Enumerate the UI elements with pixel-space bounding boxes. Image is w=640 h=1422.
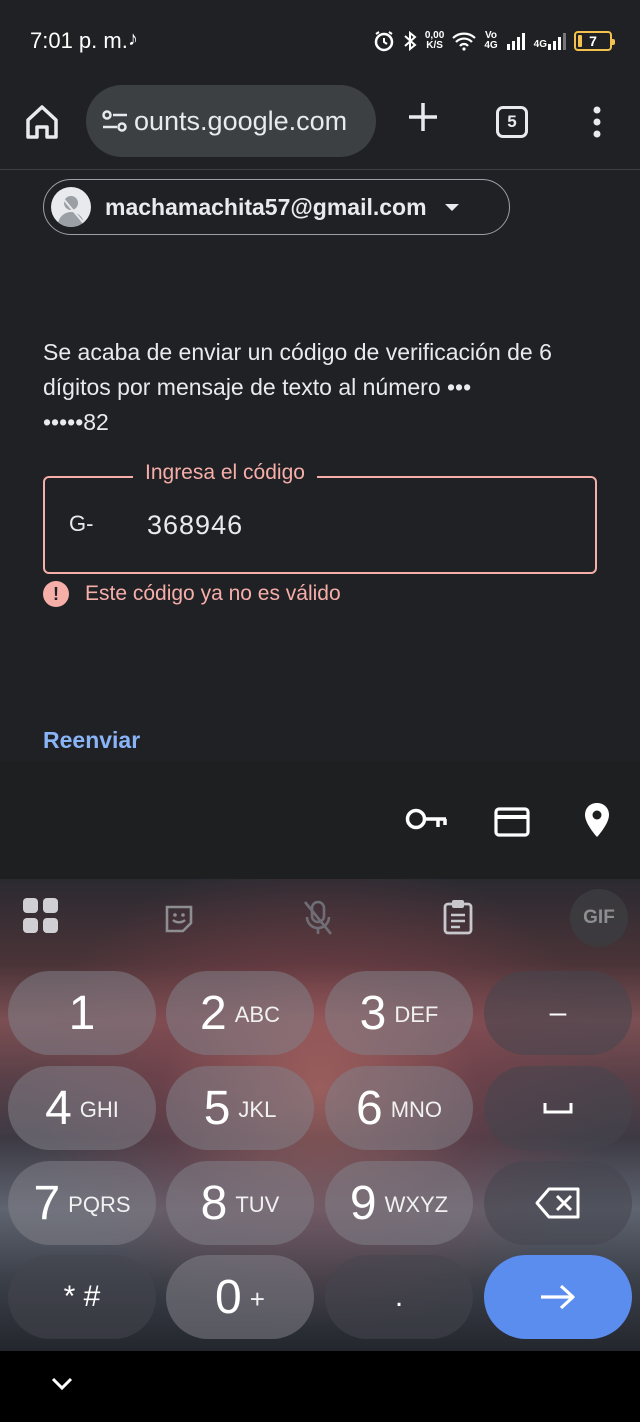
signal-icon-2 [548,33,566,50]
period-key[interactable]: . [325,1255,473,1339]
key-letters: GHI [79,1097,119,1122]
key-9[interactable]: 9 WXYZ [325,1161,473,1245]
chevron-down-icon [444,203,459,211]
tab-switcher-button[interactable]: 5 [496,106,528,138]
key-8[interactable]: 8 TUV [166,1161,314,1245]
url-text[interactable]: ounts.google.com [134,106,347,137]
key-1[interactable]: 1 [8,971,156,1055]
error-icon: ! [43,581,69,607]
apps-grid-icon[interactable] [22,897,60,935]
browser-toolbar: ounts.google.com 5 [0,80,640,170]
key-digit: 5 [203,1081,231,1135]
key-digit: 6 [355,1081,383,1135]
code-input-field[interactable]: Ingresa el código G- 368946 [43,461,597,574]
code-input-label: Ingresa el código [133,461,317,485]
navigation-bar [0,1351,640,1422]
key-letters: TUV [235,1192,280,1217]
verification-message: Se acaba de enviar un código de verifica… [43,339,552,435]
site-settings-icon[interactable] [100,106,130,136]
sticker-icon[interactable] [163,903,195,935]
autofill-bar [0,761,640,879]
chevron-down-icon[interactable] [50,1375,74,1391]
period-label: . [394,1280,404,1313]
new-tab-icon[interactable] [406,100,440,134]
key-letters: PQRS [68,1192,131,1217]
battery-fill [578,35,582,47]
avatar [51,187,91,227]
credit-card-icon[interactable] [494,807,530,837]
alarm-icon [374,31,394,52]
key-4[interactable]: 4 GHI [8,1066,156,1150]
battery-level: 7 [589,33,597,49]
backspace-icon [535,1187,580,1219]
key-letters: WXYZ [384,1192,449,1217]
gif-button[interactable]: GIF [570,889,628,947]
key-digit: 1 [68,986,96,1040]
account-chip[interactable]: machamachita57@gmail.com [43,179,510,235]
home-icon[interactable] [24,102,60,142]
code-prefix: G- [69,511,94,536]
key-digit: 8 [200,1176,228,1230]
page-content: machamachita57@gmail.com Se acaba de env… [0,171,640,761]
status-bar: 7:01 p. m. ♪ 0,00 K/S Vo 4G 4G 7 [0,0,640,80]
volte-bottom: 4G [484,40,498,51]
key-letters: ABC [234,1002,280,1027]
network-type: 4G [533,39,547,50]
account-email: machamachita57@gmail.com [105,193,427,220]
key-letters: + [249,1283,265,1314]
net-speed: 0,00 K/S [425,31,444,51]
symbols-label: * # [63,1280,101,1313]
battery-indicator: 7 [574,31,615,51]
space-bar-icon [543,1103,573,1114]
numeric-keyboard: GIF 1 2 ABC 3 DEF – 4 GHI 5 JKL 6 MNO 7 PQRS 8… [0,879,640,1351]
key-icon[interactable] [404,805,448,833]
key-6[interactable]: 6 MNO [325,1066,473,1150]
key-digit: 3 [359,986,387,1040]
key-2[interactable]: 2 ABC [166,971,314,1055]
key-letters: JKL [238,1097,277,1122]
error-text: Este código ya no es válido [85,582,341,605]
key-digit: 2 [200,986,227,1040]
more-menu-icon[interactable] [584,102,610,142]
key-3[interactable]: 3 DEF [325,971,473,1055]
status-time: 7:01 p. m. [30,28,128,53]
tab-count: 5 [507,112,517,131]
key-7[interactable]: 7 PQRS [8,1161,156,1245]
status-icons: 0,00 K/S Vo 4G 4G 7 [373,26,615,56]
code-input[interactable]: 368946 [147,510,243,541]
key-digit: 9 [349,1176,377,1230]
backspace-key[interactable] [484,1161,632,1245]
error-message-row: ! Este código ya no es válido [43,581,341,607]
volte-indicator: Vo 4G [484,31,497,51]
key-0[interactable]: 0 + [166,1255,314,1339]
dash-label: – [549,996,567,1029]
symbols-key[interactable]: * # [8,1255,156,1339]
wifi-icon [452,32,477,51]
space-key[interactable] [484,1066,632,1150]
mic-off-icon[interactable] [302,899,334,937]
clipboard-icon[interactable] [442,899,474,935]
location-pin-icon[interactable] [583,801,611,839]
dash-key[interactable]: – [484,971,632,1055]
net-speed-unit: K/S [426,40,443,51]
bluetooth-icon [404,30,417,52]
keyboard-toolbar: GIF [0,879,640,959]
enter-key[interactable] [484,1255,632,1339]
signal-icon [506,33,525,50]
key-letters: DEF [394,1002,439,1027]
key-digit: 4 [45,1081,72,1135]
address-bar[interactable]: ounts.google.com [86,85,376,157]
tiktok-icon: ♪ [128,28,138,50]
resend-button[interactable]: Reenviar [43,727,140,754]
key-digit: 7 [33,1176,61,1230]
arrow-right-icon [541,1284,575,1310]
key-5[interactable]: 5 JKL [166,1066,314,1150]
key-letters: MNO [390,1097,443,1122]
key-digit: 0 [215,1270,242,1324]
